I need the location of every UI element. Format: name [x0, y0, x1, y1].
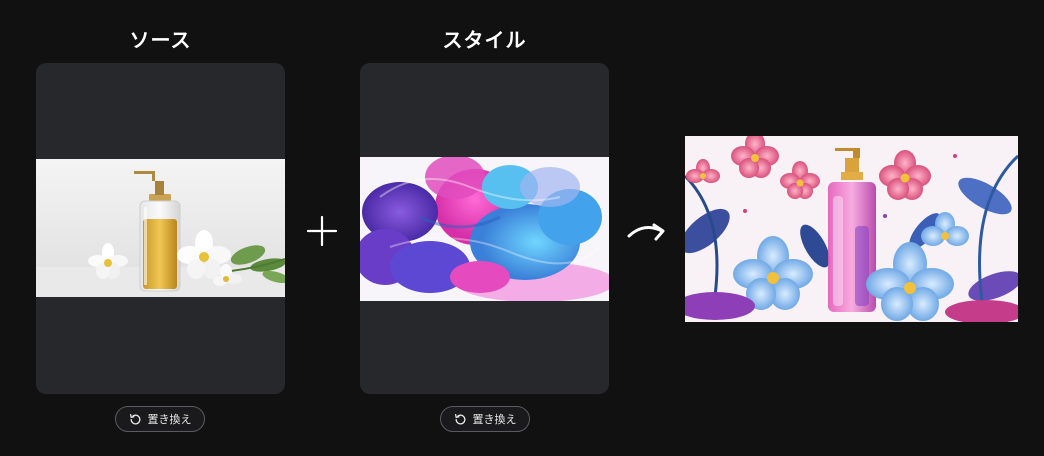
- result-image: [685, 136, 1018, 322]
- style-transfer-panel: ソース 置き換え スタイル 置き換え: [0, 0, 1044, 456]
- style-card[interactable]: [360, 63, 609, 394]
- source-card[interactable]: [36, 63, 285, 394]
- style-replace-label: 置き換え: [472, 413, 517, 426]
- curved-arrow-right-icon: [627, 223, 665, 241]
- style-title: スタイル: [442, 28, 527, 52]
- source-image: [36, 159, 285, 297]
- source-replace-label: 置き換え: [147, 413, 192, 426]
- source-title: ソース: [129, 28, 192, 52]
- source-replace-button[interactable]: 置き換え: [115, 406, 205, 432]
- plus-icon: [306, 215, 338, 247]
- style-replace-button[interactable]: 置き換え: [440, 406, 530, 432]
- style-image: [360, 157, 609, 301]
- rotate-ccw-icon: [129, 413, 140, 424]
- rotate-ccw-icon: [454, 413, 465, 424]
